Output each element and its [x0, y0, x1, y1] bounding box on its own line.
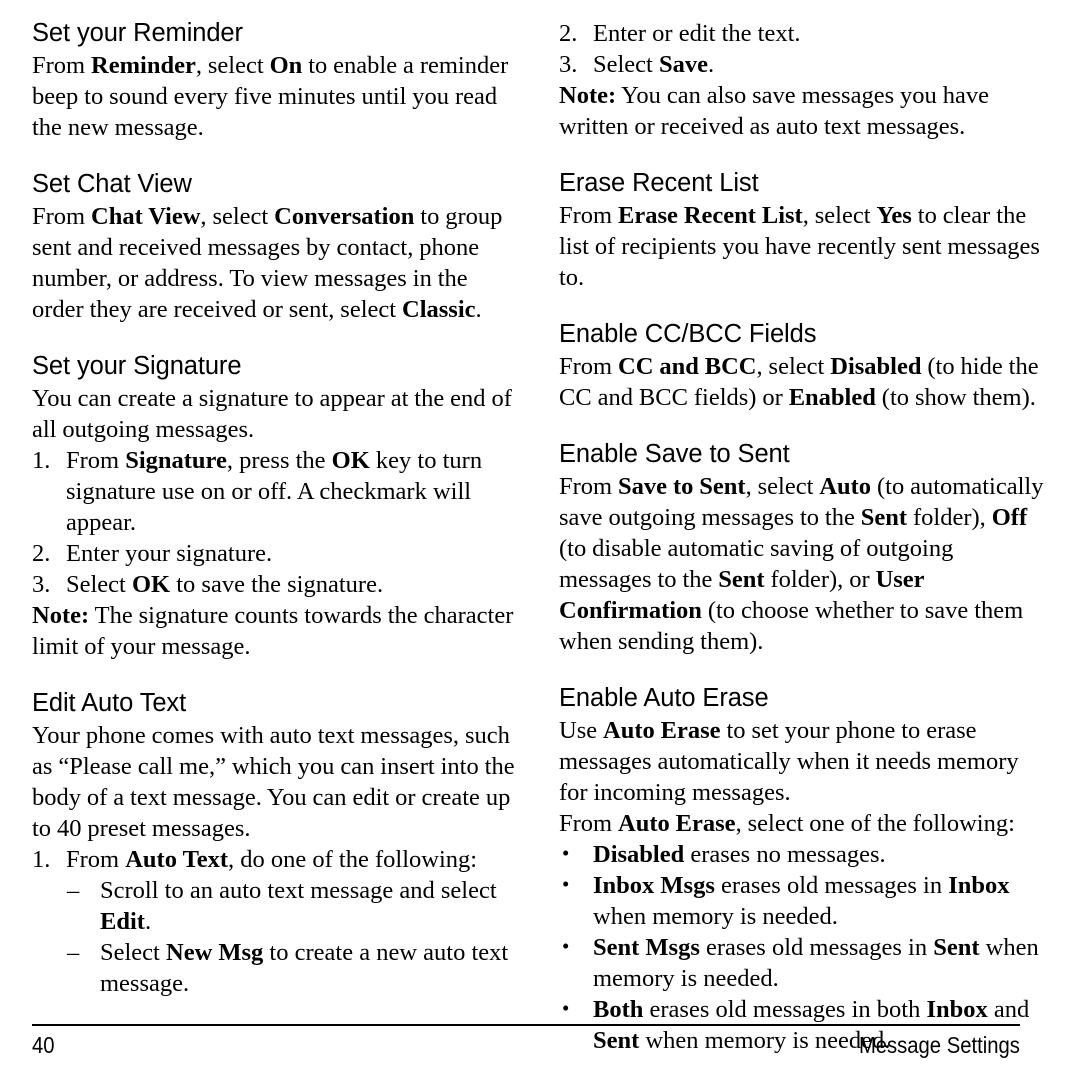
- content-section: Edit Auto Text Your phone comes with auto…: [32, 688, 521, 999]
- numbered-list-item: 2. Enter or edit the text.: [559, 20, 801, 47]
- bold-term: Inbox: [926, 996, 988, 1023]
- bold-term: Sent: [860, 504, 908, 531]
- body-paragraph: From Auto Erase, select one of the follo…: [559, 810, 1015, 837]
- bold-term: Note:: [559, 82, 617, 109]
- list-marker: 2.: [32, 540, 51, 567]
- content-section: Set your Reminder From Reminder, select O…: [32, 18, 521, 143]
- numbered-list-item: 3. Select Save.: [559, 51, 715, 78]
- bullet-list-item: • Disabled erases no messages.: [559, 839, 1048, 870]
- body-paragraph: From Chat View, select Conversation to g…: [32, 203, 503, 323]
- bold-term: Disabled: [593, 841, 685, 868]
- numbered-list-item: 3. Select OK to save the signature.: [32, 571, 384, 598]
- list-marker: –: [67, 939, 80, 966]
- section-heading: Set your Reminder: [32, 19, 243, 47]
- bold-term: Note:: [32, 602, 90, 629]
- bold-term: Auto Erase: [618, 810, 736, 837]
- bold-term: Conversation: [274, 203, 415, 230]
- bold-term: New Msg: [166, 939, 264, 966]
- bold-term: Erase Recent List: [618, 202, 803, 229]
- bold-term: Off: [991, 504, 1028, 531]
- content-section: Erase Recent List From Erase Recent List,…: [559, 168, 1048, 293]
- body-paragraph: Use Auto Erase to set your phone to eras…: [559, 717, 1019, 806]
- document-page: Set your Reminder From Reminder, select O…: [0, 0, 1080, 1080]
- note-paragraph: Note: The signature counts towards the c…: [32, 602, 514, 660]
- bold-term: Auto Erase: [603, 717, 721, 744]
- body-paragraph: From Erase Recent List, select Yes to cl…: [559, 202, 1040, 291]
- bold-term: Edit: [100, 908, 145, 935]
- bold-term: Sent Msgs: [593, 934, 700, 961]
- bold-term: Auto Text: [125, 846, 229, 873]
- numbered-list: 1. From Signature, press the OK key to tu…: [32, 445, 521, 600]
- dash-list-item: – Scroll to an auto text message and sele…: [67, 877, 497, 935]
- dash-sublist: – Scroll to an auto text message and sele…: [32, 875, 521, 999]
- footer-section-title: Message Settings: [859, 1032, 1020, 1058]
- body-paragraph: You can create a signature to appear at …: [32, 385, 512, 443]
- section-heading: Enable CC/BCC Fields: [559, 320, 817, 348]
- content-section: Enable CC/BCC Fields From CC and BCC, sel…: [559, 319, 1048, 413]
- bold-term: Enabled: [788, 384, 876, 411]
- list-marker: 3.: [559, 51, 578, 78]
- page-footer: 40 Message Settings: [32, 1024, 1020, 1059]
- list-marker: •: [562, 996, 570, 1020]
- footer-row: 40 Message Settings: [32, 1032, 1020, 1059]
- continued-content: 2. Enter or edit the text. 3. Select Save. N…: [559, 18, 1048, 142]
- bold-term: Disabled: [830, 353, 922, 380]
- content-section: Set Chat View From Chat View, select Conv…: [32, 169, 521, 325]
- list-marker: •: [562, 872, 570, 896]
- list-marker: 1.: [32, 846, 51, 873]
- bold-term: Save: [659, 51, 708, 78]
- list-marker: –: [67, 877, 80, 904]
- list-marker: •: [562, 934, 570, 958]
- section-heading: Set your Signature: [32, 352, 242, 380]
- content-section: Set your Signature You can create a signa…: [32, 351, 521, 662]
- bold-term: Inbox: [948, 872, 1010, 899]
- numbered-list: 1. From Auto Text, do one of the followin…: [32, 844, 521, 875]
- bold-term: Save to Sent: [618, 473, 746, 500]
- section-heading: Edit Auto Text: [32, 689, 187, 717]
- bold-term: Both: [593, 996, 644, 1023]
- left-column: Set your Reminder From Reminder, select O…: [32, 18, 521, 999]
- body-paragraph: From CC and BCC, select Disabled (to hid…: [559, 353, 1039, 411]
- bullet-list-item: • Inbox Msgs erases old messages in Inbox…: [559, 870, 1048, 932]
- numbered-list-item: 1. From Auto Text, do one of the followin…: [32, 846, 478, 873]
- bold-term: CC and BCC: [618, 353, 757, 380]
- footer-divider: [32, 1024, 1020, 1026]
- body-paragraph: From Save to Sent, select Auto (to autom…: [559, 473, 1044, 655]
- bold-term: Signature: [125, 447, 227, 474]
- bold-term: Classic: [402, 296, 476, 323]
- section-heading: Set Chat View: [32, 170, 192, 198]
- bold-term: Sent: [718, 566, 765, 593]
- list-marker: 2.: [559, 20, 578, 47]
- content-section: Enable Save to Sent From Save to Sent, se…: [559, 439, 1048, 657]
- note-paragraph: Note: You can also save messages you hav…: [559, 82, 989, 140]
- bold-term: Inbox Msgs: [593, 872, 715, 899]
- body-paragraph: From Reminder, select On to enable a rem…: [32, 52, 509, 141]
- list-marker: 3.: [32, 571, 51, 598]
- body-paragraph: Your phone comes with auto text messages…: [32, 722, 515, 842]
- bold-term: Sent: [933, 934, 980, 961]
- bold-term: Reminder: [91, 52, 196, 79]
- footer-page-number: 40: [32, 1032, 55, 1058]
- numbered-list-item: 2. Enter your signature.: [32, 540, 273, 567]
- section-heading: Erase Recent List: [559, 169, 759, 197]
- bullet-list-item: • Sent Msgs erases old messages in Sent w…: [559, 932, 1048, 994]
- continued-numbered-list: 2. Enter or edit the text. 3. Select Save.: [559, 18, 1048, 80]
- bold-term: Yes: [876, 202, 912, 229]
- bold-term: On: [269, 52, 303, 79]
- bold-term: Chat View: [91, 203, 201, 230]
- right-column: 2. Enter or edit the text. 3. Select Save. N…: [559, 18, 1048, 1056]
- bold-term: Auto: [819, 473, 872, 500]
- section-heading: Enable Save to Sent: [559, 440, 790, 468]
- content-section: Enable Auto Erase Use Auto Erase to set y…: [559, 683, 1048, 1056]
- list-marker: •: [562, 841, 570, 865]
- dash-list-item: – Select New Msg to create a new auto tex…: [67, 939, 509, 997]
- list-marker: 1.: [32, 447, 51, 474]
- bold-term: OK: [331, 447, 370, 474]
- section-heading: Enable Auto Erase: [559, 684, 769, 712]
- two-column-body: Set your Reminder From Reminder, select O…: [32, 18, 1048, 1054]
- bold-term: OK: [132, 571, 171, 598]
- numbered-list-item: 1. From Signature, press the OK key to tu…: [32, 447, 483, 536]
